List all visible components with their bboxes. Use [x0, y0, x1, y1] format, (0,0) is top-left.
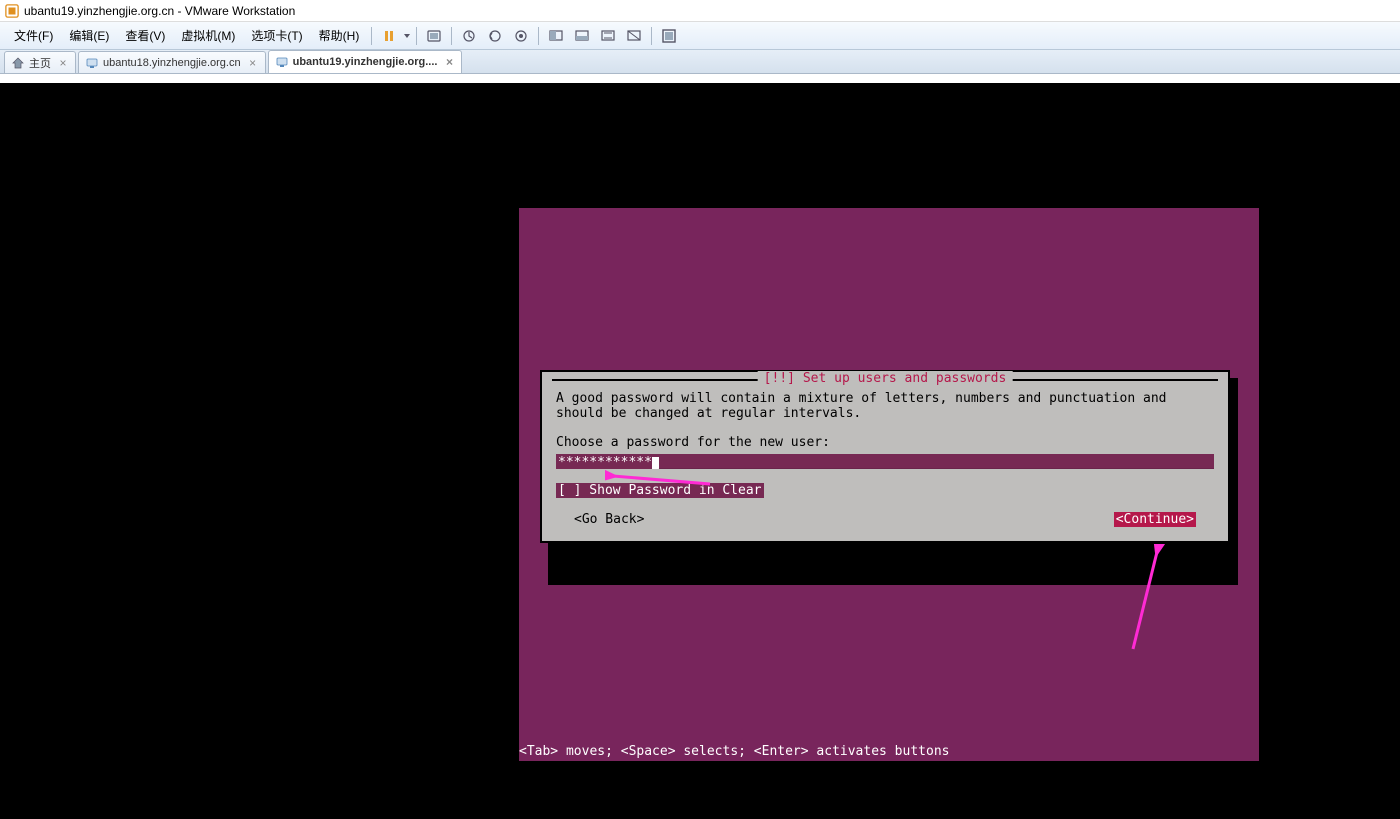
tabbar: 主页 × ubantu18.yinzhengjie.org.cn × ubant… [0, 50, 1400, 74]
close-icon[interactable]: × [443, 56, 455, 68]
help-line: <Tab> moves; <Space> selects; <Enter> ac… [519, 744, 949, 759]
snapshot-manager-button[interactable] [509, 24, 533, 48]
snapshot-revert-button[interactable] [483, 24, 507, 48]
menu-tabs[interactable]: 选项卡(T) [243, 23, 310, 48]
menu-vm[interactable]: 虚拟机(M) [173, 23, 243, 48]
snapshot-take-button[interactable] [457, 24, 481, 48]
tab-vm-ubantu19[interactable]: ubantu19.yinzhengjie.org.... × [268, 50, 463, 73]
password-fill: ________________________________________… [659, 455, 1214, 469]
tab-label: 主页 [29, 55, 51, 71]
continue-button[interactable]: <Continue> [1114, 512, 1196, 527]
send-ctrl-alt-del-button[interactable] [422, 24, 446, 48]
go-back-button[interactable]: <Go Back> [574, 512, 644, 527]
vm-console[interactable]: [!!] Set up users and passwords A good p… [0, 83, 1400, 819]
pause-dropdown[interactable] [402, 32, 412, 40]
show-password-checkbox[interactable]: [ ] Show Password in Clear [556, 483, 764, 498]
vm-icon [85, 56, 99, 70]
tab-label: ubantu18.yinzhengjie.org.cn [103, 57, 241, 69]
menubar: 文件(F) 编辑(E) 查看(V) 虚拟机(M) 选项卡(T) 帮助(H) [0, 22, 1400, 50]
text-cursor [652, 457, 659, 469]
dialog-title: [!!] Set up users and passwords [758, 371, 1013, 386]
password-input[interactable]: ************ ____________________________… [556, 454, 1214, 469]
window-title: ubantu19.yinzhengjie.org.cn - VMware Wor… [24, 4, 295, 18]
menu-help[interactable]: 帮助(H) [311, 23, 368, 48]
window-titlebar: ubantu19.yinzhengjie.org.cn - VMware Wor… [0, 0, 1400, 22]
dialog-title-line: [!!] Set up users and passwords [552, 379, 1218, 381]
tab-home[interactable]: 主页 × [4, 51, 76, 73]
home-icon [11, 56, 25, 70]
separator [651, 27, 652, 45]
dialog-prompt: Choose a password for the new user: [556, 435, 1214, 450]
installer-dialog: [!!] Set up users and passwords A good p… [540, 370, 1230, 543]
vm-screen[interactable]: [!!] Set up users and passwords A good p… [519, 208, 1259, 761]
password-mask: ************ [558, 455, 652, 469]
menu-edit[interactable]: 编辑(E) [61, 23, 117, 48]
tab-label: ubantu19.yinzhengjie.org.... [293, 56, 438, 68]
tab-vm-ubantu18[interactable]: ubantu18.yinzhengjie.org.cn × [78, 51, 266, 73]
pause-button[interactable] [377, 24, 401, 48]
fit-window-button[interactable] [570, 24, 594, 48]
app-icon [4, 3, 20, 19]
unity-button[interactable] [622, 24, 646, 48]
menu-file[interactable]: 文件(F) [6, 23, 61, 48]
close-icon[interactable]: × [57, 57, 69, 69]
stretch-button[interactable] [596, 24, 620, 48]
fit-guest-button[interactable] [544, 24, 568, 48]
dialog-description: A good password will contain a mixture o… [556, 391, 1214, 421]
fullscreen-button[interactable] [657, 24, 681, 48]
menu-view[interactable]: 查看(V) [117, 23, 173, 48]
separator [416, 27, 417, 45]
close-icon[interactable]: × [247, 57, 259, 69]
separator [538, 27, 539, 45]
vm-icon [275, 55, 289, 69]
separator [451, 27, 452, 45]
separator [371, 27, 372, 45]
